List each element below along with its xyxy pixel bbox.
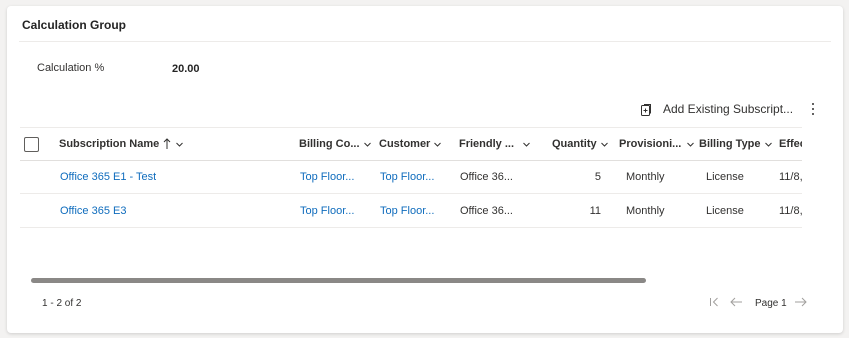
friendly-name-cell: Office 36...	[460, 204, 513, 217]
title-divider	[19, 41, 831, 42]
column-header-label: Subscription Name	[59, 138, 160, 150]
subscriptions-grid: Subscription Name Billing Co... Customer…	[20, 127, 802, 229]
chevron-down-icon	[764, 142, 772, 147]
first-page-icon[interactable]	[708, 294, 720, 310]
effective-date-cell: 11/8,	[779, 204, 802, 217]
next-page-icon[interactable]	[794, 294, 808, 310]
table-row[interactable]: Office 365 E3 Top Floor... Top Floor... …	[20, 194, 802, 228]
billing-type-cell: License	[706, 171, 744, 183]
column-header-label: Billing Type	[699, 138, 761, 150]
column-header-customer[interactable]: Customer	[379, 128, 442, 160]
calculation-percent-label: Calculation %	[37, 62, 105, 74]
column-header-friendly-name[interactable]: Friendly ...	[459, 128, 530, 160]
column-header-label: Quantity	[552, 138, 597, 150]
billing-company-link[interactable]: Top Floor...	[300, 194, 354, 227]
provisioning-cell: Monthly	[626, 171, 665, 183]
add-existing-subscription-button[interactable]: Add Existing Subscript...	[640, 102, 793, 116]
horizontal-scrollbar[interactable]	[31, 278, 646, 283]
effective-date-cell: 11/8,	[779, 171, 802, 183]
column-header-quantity[interactable]: Quantity	[552, 128, 608, 160]
add-existing-icon	[641, 103, 651, 116]
quantity-cell: 11	[589, 204, 601, 217]
column-header-label: Effect	[779, 138, 802, 150]
more-vertical-icon[interactable]	[808, 101, 818, 117]
chevron-down-icon	[176, 142, 184, 147]
provisioning-cell: Monthly	[626, 204, 665, 217]
sort-ascending-icon	[163, 138, 171, 149]
chevron-down-icon	[434, 142, 442, 147]
grid-header-row: Subscription Name Billing Co... Customer…	[20, 127, 802, 161]
table-row[interactable]: Office 365 E1 - Test Top Floor... Top Fl…	[20, 161, 802, 194]
chevron-down-icon	[687, 142, 695, 147]
chevron-down-icon	[523, 142, 530, 147]
column-header-label: Customer	[379, 138, 431, 150]
subscription-name-link[interactable]: Office 365 E3	[60, 194, 126, 227]
section-title: Calculation Group	[22, 18, 127, 32]
previous-page-icon[interactable]	[729, 294, 743, 310]
calculation-percent-value[interactable]: 20.00	[172, 63, 200, 75]
column-header-label: Friendly ...	[459, 138, 515, 150]
column-header-subscription-name[interactable]: Subscription Name	[59, 128, 184, 160]
column-header-billing-type[interactable]: Billing Type	[699, 128, 772, 160]
chevron-down-icon	[363, 142, 371, 147]
column-header-provisioning[interactable]: Provisioni...	[619, 128, 695, 160]
column-header-label: Provisioni...	[619, 138, 682, 150]
customer-link[interactable]: Top Floor...	[380, 161, 434, 193]
record-count: 1 - 2 of 2	[42, 298, 82, 309]
chevron-down-icon	[600, 142, 608, 147]
billing-type-cell: License	[706, 204, 744, 217]
customer-link[interactable]: Top Floor...	[380, 194, 434, 227]
friendly-name-cell: Office 36...	[460, 171, 513, 183]
quantity-cell: 5	[594, 171, 601, 183]
billing-company-link[interactable]: Top Floor...	[300, 161, 354, 193]
select-all-checkbox[interactable]	[24, 137, 39, 152]
subscription-name-link[interactable]: Office 365 E1 - Test	[60, 161, 156, 193]
add-existing-label: Add Existing Subscript...	[663, 102, 794, 116]
column-header-label: Billing Co...	[299, 138, 360, 150]
column-header-billing-company[interactable]: Billing Co...	[299, 128, 371, 160]
column-header-effective[interactable]: Effect	[779, 128, 802, 160]
page-indicator: Page 1	[755, 298, 787, 309]
calculation-group-card: Calculation Group Calculation % 20.00 Ad…	[7, 6, 843, 333]
